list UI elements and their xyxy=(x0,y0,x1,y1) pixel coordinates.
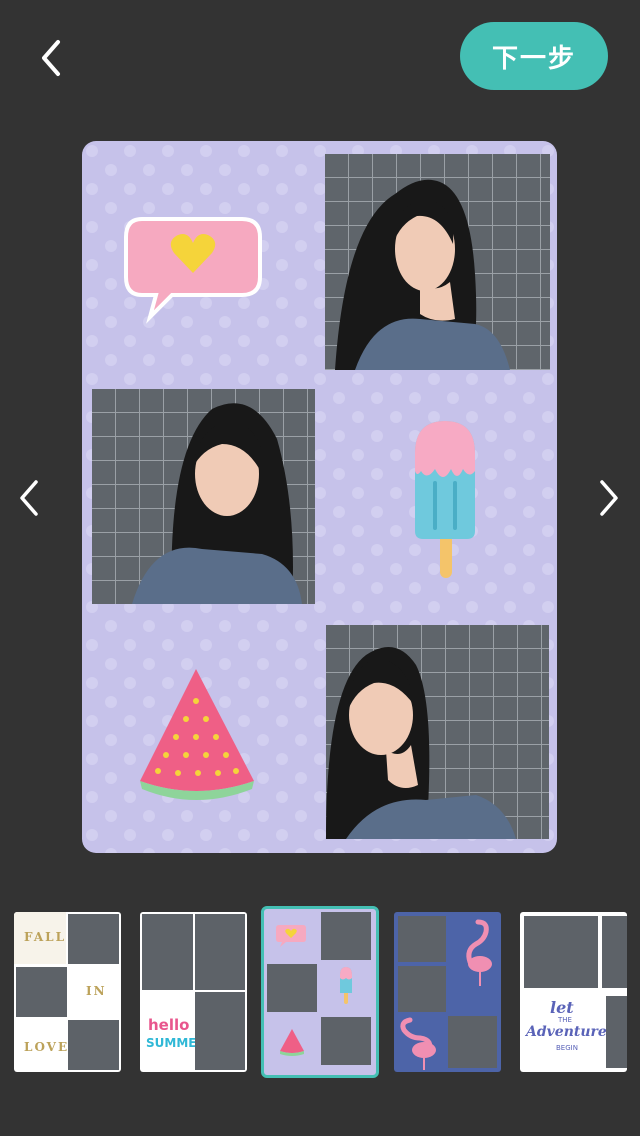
template-photo xyxy=(195,992,245,1070)
next-step-button[interactable]: 下一步 xyxy=(460,22,608,90)
flamingo-icon xyxy=(466,919,492,986)
photo-slot-3[interactable] xyxy=(326,625,549,839)
template-photo xyxy=(195,914,245,990)
flamingo-icon xyxy=(400,1017,436,1070)
chevron-left-icon xyxy=(20,480,38,516)
next-template-button[interactable] xyxy=(590,476,630,520)
template-photo xyxy=(68,914,119,964)
template-photo xyxy=(524,916,598,988)
template-photo xyxy=(398,916,446,962)
template-word: THE xyxy=(558,1016,572,1024)
template-adventure[interactable]: let THE Adventure BEGIN xyxy=(520,912,627,1072)
template-pastel-stickers[interactable] xyxy=(261,906,379,1078)
template-photo xyxy=(68,1020,119,1070)
template-word: hello xyxy=(148,1016,190,1034)
template-hello-summer[interactable]: hello SUMMER xyxy=(140,912,247,1072)
template-photo xyxy=(448,1016,497,1068)
portrait-photo xyxy=(325,154,550,370)
portrait-photo xyxy=(326,625,549,839)
speech-bubble-heart-sticker[interactable] xyxy=(122,211,267,326)
previous-template-button[interactable] xyxy=(10,476,50,520)
template-strip[interactable]: FALL IN LOVE hello SUMMER let THE Advent… xyxy=(0,904,640,1080)
template-word: Adventure xyxy=(526,1024,607,1040)
collage-canvas[interactable] xyxy=(82,141,557,853)
photo-slot-1[interactable] xyxy=(325,154,550,370)
chevron-left-icon xyxy=(42,40,60,76)
back-button[interactable] xyxy=(30,36,74,80)
watermelon-icon xyxy=(280,1029,304,1056)
popsicle-sticker[interactable] xyxy=(407,413,483,583)
popsicle-icon xyxy=(340,967,352,1004)
template-photo xyxy=(602,916,627,988)
template-photo xyxy=(16,967,67,1017)
watermelon-slice-sticker[interactable] xyxy=(134,661,259,801)
template-photo xyxy=(321,1017,371,1065)
photo-slot-2[interactable] xyxy=(92,389,315,604)
template-word: FALL xyxy=(24,930,67,944)
template-flamingo[interactable] xyxy=(394,912,501,1072)
template-word: LOVE xyxy=(24,1040,70,1054)
chevron-right-icon xyxy=(600,480,618,516)
portrait-photo xyxy=(92,389,315,604)
template-word: BEGIN xyxy=(556,1044,578,1052)
template-photo xyxy=(142,914,193,990)
template-photo xyxy=(398,966,446,1012)
template-fall-in-love[interactable]: FALL IN LOVE xyxy=(14,912,121,1072)
template-word: let xyxy=(550,998,574,1017)
template-word: IN xyxy=(86,984,107,998)
template-photo xyxy=(267,964,317,1012)
template-photo xyxy=(606,996,627,1068)
template-photo xyxy=(321,912,371,960)
heart-icon xyxy=(276,925,306,947)
